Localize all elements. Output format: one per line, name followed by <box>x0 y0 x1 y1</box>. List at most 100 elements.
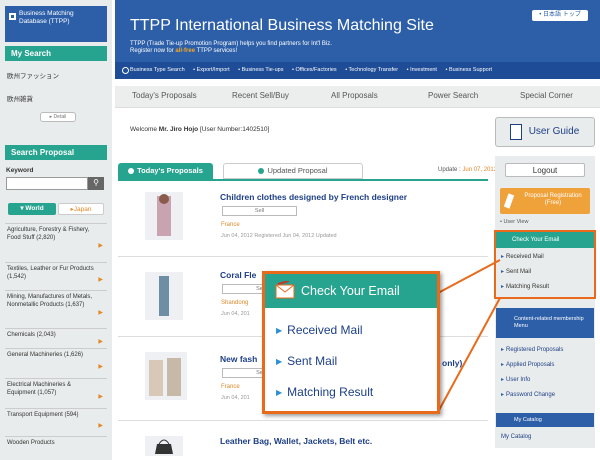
category-item[interactable]: Textiles, Leather or Fur Products (1,542… <box>5 262 107 290</box>
my-search-header: My Search <box>5 46 107 61</box>
search-icon <box>122 67 129 74</box>
mail-icon <box>275 281 295 299</box>
category-item[interactable]: Chemicals (2,043) ▶ <box>5 328 107 348</box>
country-label: France <box>221 222 240 228</box>
nav-item[interactable]: • Business Tie-ups <box>238 67 283 73</box>
date-label: Jun 04, 201 <box>221 395 250 401</box>
triangle-icon: ▶ <box>276 357 283 367</box>
matching-result-link[interactable]: ▸ Matching Result <box>501 283 549 290</box>
proposal-title-tail: only) <box>442 358 463 368</box>
date-label: Jun 04, 201 <box>221 311 250 317</box>
category-item[interactable]: Electrical Machineries & Equipment (1,05… <box>5 378 107 408</box>
proposal-title[interactable]: Leather Bag, Wallet, Jackets, Belt etc. <box>220 436 372 446</box>
received-mail-link[interactable]: ▸ Received Mail <box>501 253 544 260</box>
registered-proposals-link[interactable]: ▸ Registered Proposals <box>501 346 563 353</box>
arrow-icon: ▶ <box>98 243 103 249</box>
proposal-registration-button[interactable]: Proposal Registration (Free) <box>500 188 590 214</box>
triangle-icon: ▶ <box>276 326 283 336</box>
tab-todays-proposal[interactable]: Today's Proposals <box>118 163 213 179</box>
detail-button[interactable]: ▸ Detail <box>40 112 76 122</box>
site-title: TTPP International Business Matching Sit… <box>130 17 434 34</box>
clothing-image <box>159 276 169 316</box>
category-item[interactable]: Transport Equipment (594) ▶ <box>5 408 107 436</box>
tab-world[interactable]: ▾ World <box>8 203 56 215</box>
user-guide-button[interactable]: User Guide <box>495 117 595 147</box>
divider <box>118 256 488 257</box>
tab-underline <box>118 179 488 181</box>
tab-todays-proposals[interactable]: Today's Proposals <box>132 91 197 100</box>
my-catalog-link[interactable]: My Catalog <box>501 434 531 440</box>
proposal-title[interactable]: Children clothes designed by French desi… <box>220 192 407 202</box>
tab-recent-sell-buy[interactable]: Recent Sell/Buy <box>232 91 289 100</box>
arrow-icon: ▶ <box>98 309 103 316</box>
category-item[interactable]: Wooden Products <box>5 436 107 460</box>
triangle-icon: ▶ <box>276 388 283 398</box>
site-subtitle: TTPP (Trade Tie-up Promotion Program) he… <box>130 41 332 54</box>
logout-button[interactable]: Logout <box>505 163 585 177</box>
product-thumbnail[interactable] <box>145 192 183 240</box>
product-thumbnail[interactable] <box>145 272 183 320</box>
nav-item[interactable]: Business Type Search <box>130 67 185 73</box>
triangle-icon: ▸ <box>501 284 505 290</box>
product-thumbnail[interactable] <box>145 352 187 400</box>
update-date: Update : Jun 07, 2012 <box>438 167 498 173</box>
triangle-icon: ▸ <box>501 392 505 398</box>
tab-all-proposals[interactable]: All Proposals <box>331 91 378 100</box>
database-icon <box>9 13 16 20</box>
book-icon <box>510 124 522 140</box>
membership-menu-header: Content-related membership Menu <box>496 308 594 338</box>
nav-item[interactable]: • Technology Transfer <box>345 67 398 73</box>
proposal-title[interactable]: Coral Fle <box>220 270 256 280</box>
japanese-top-button[interactable]: • 日本語 トップ <box>532 10 588 21</box>
applied-proposals-link[interactable]: ▸ Applied Proposals <box>501 361 554 368</box>
tab-power-search[interactable]: Power Search <box>428 91 478 100</box>
arrow-icon: ▶ <box>98 276 103 283</box>
search-button[interactable]: ⚲ <box>88 177 104 190</box>
arrow-icon: ▶ <box>98 422 103 429</box>
nav-item[interactable]: • Business Support <box>446 67 493 73</box>
triangle-icon: ▸ <box>501 377 505 383</box>
proposal-title[interactable]: New fash <box>220 354 257 364</box>
arrow-icon: ▶ <box>98 363 103 370</box>
nav-item[interactable]: • Investment <box>407 67 437 73</box>
check-email-header: Check Your Email <box>496 232 594 248</box>
nav-item[interactable]: • Offices/Factories <box>292 67 337 73</box>
tab-japan[interactable]: ▸Japan <box>58 203 104 215</box>
keyword-label: Keyword <box>6 167 34 174</box>
category-item[interactable]: Agriculture, Forestry & Fishery, Food St… <box>5 223 107 262</box>
my-catalog-header: My Catalog <box>496 413 594 427</box>
callout-line <box>437 297 501 413</box>
arrow-icon: ▶ <box>98 393 103 400</box>
triangle-icon: ▸ <box>501 269 505 275</box>
date-label: Jun 04, 2012 Registered Jun 04, 2012 Upd… <box>221 233 337 239</box>
nav-item[interactable]: • Export/Import <box>193 67 229 73</box>
divider <box>118 420 488 421</box>
callout-matching-result[interactable]: ▶ Matching Result <box>276 385 373 399</box>
bag-image <box>155 439 173 454</box>
callout-line <box>437 259 501 294</box>
callout-sent-mail[interactable]: ▶ Sent Mail <box>276 354 337 368</box>
password-change-link[interactable]: ▸ Password Change <box>501 391 555 398</box>
arrow-icon: ▶ <box>98 338 103 345</box>
product-thumbnail[interactable] <box>145 436 183 456</box>
welcome-text: Welcome Mr. Jiro Hojo [User Number:14025… <box>130 126 270 133</box>
user-info-link[interactable]: ▸ User Info <box>501 376 530 383</box>
tab-updated-proposal[interactable]: Updated Proposal <box>223 163 363 179</box>
sent-mail-link[interactable]: ▸ Sent Mail <box>501 268 531 275</box>
tab-special-corner[interactable]: Special Corner <box>520 91 573 100</box>
search-icon: ⚲ <box>93 178 99 187</box>
category-item[interactable]: Mining, Manufactures of Metals, Nonmetal… <box>5 290 107 328</box>
triangle-icon: ▸ <box>501 347 505 353</box>
pen-icon <box>503 193 515 209</box>
country-label: France <box>221 384 240 390</box>
keyword-input[interactable] <box>6 177 88 190</box>
database-logo[interactable]: Business Matching Database (TTPP) <box>5 6 107 42</box>
my-search-item[interactable]: 欧州雑貨 <box>7 93 33 103</box>
my-search-item[interactable]: 欧州ファッション <box>7 70 59 80</box>
clothing-image <box>149 358 181 396</box>
user-view-link[interactable]: • User View <box>500 219 528 225</box>
triangle-icon: ▸ <box>501 254 505 260</box>
callout-received-mail[interactable]: ▶ Received Mail <box>276 323 363 337</box>
search-proposal-header: Search Proposal <box>5 145 107 160</box>
category-item[interactable]: General Machineries (1,626) ▶ <box>5 348 107 378</box>
